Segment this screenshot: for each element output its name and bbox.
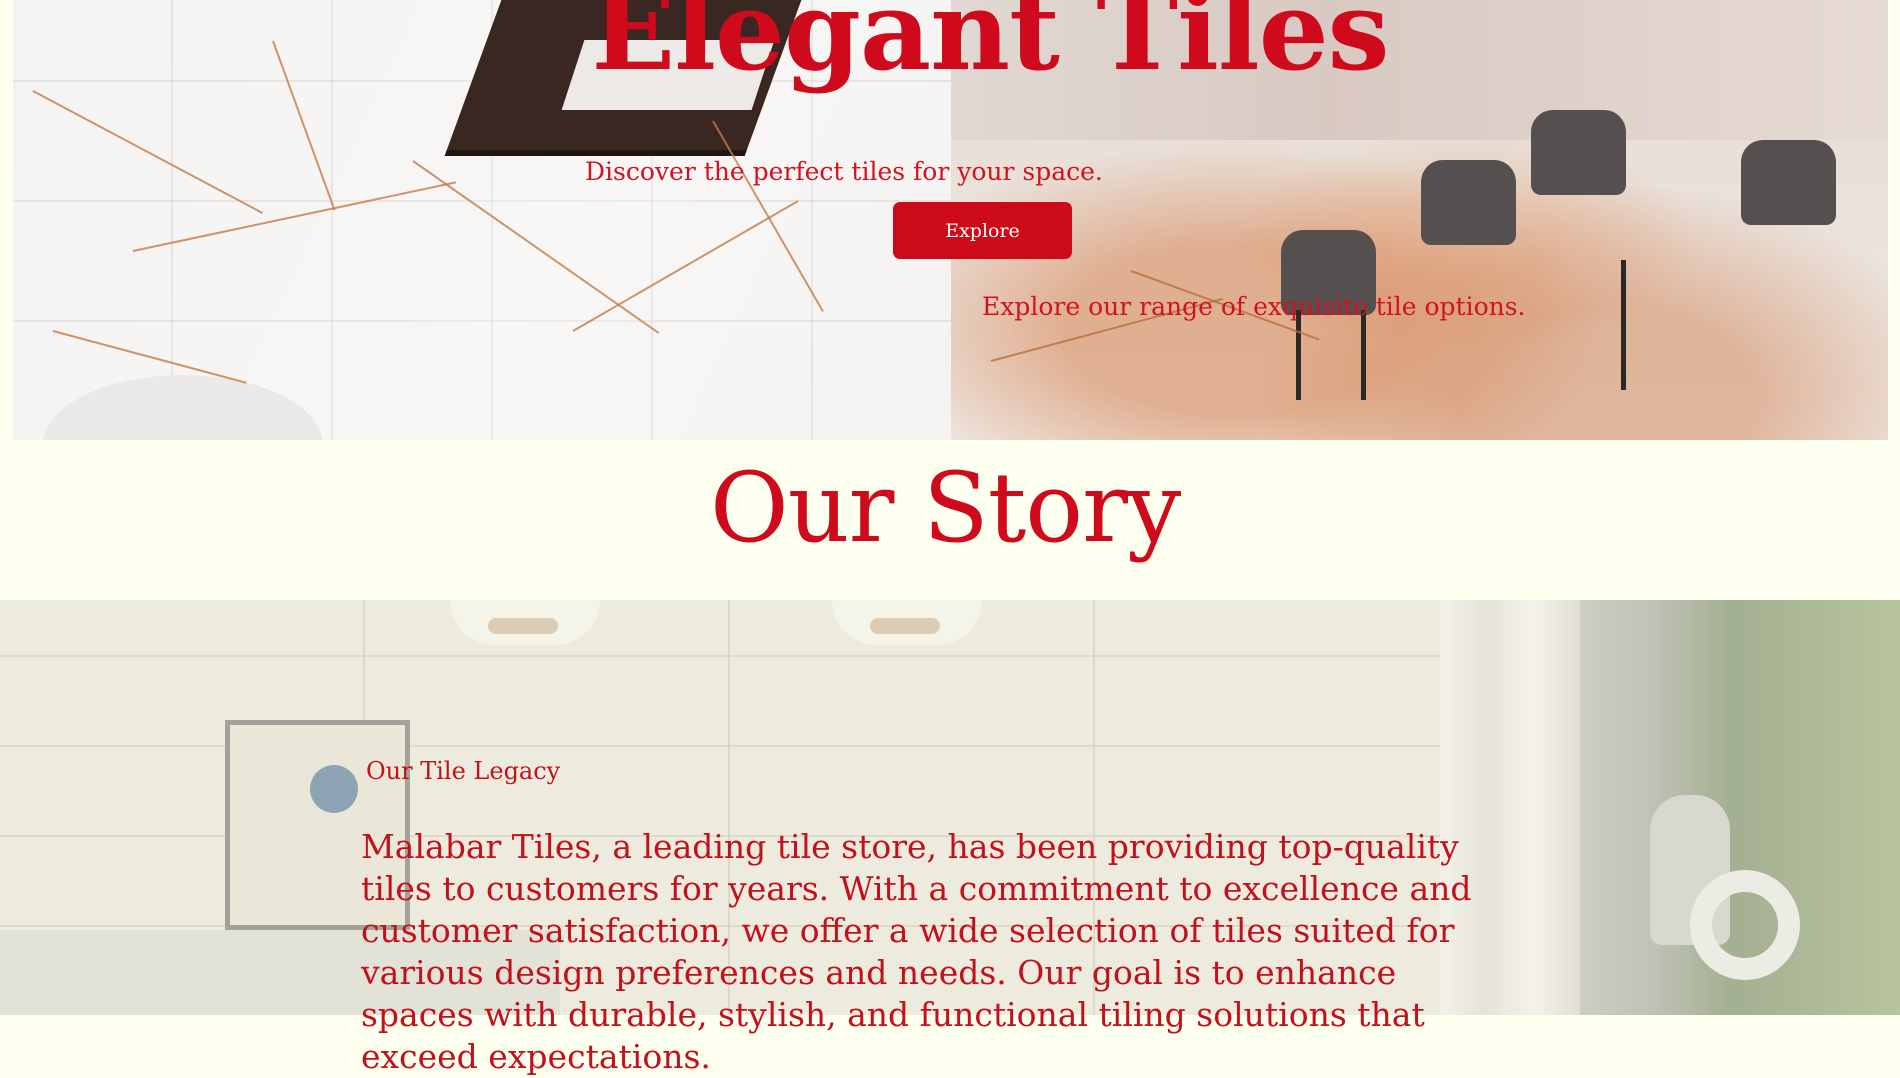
marble-vein [32, 90, 264, 214]
side-table-graphic [43, 375, 323, 440]
chair-graphic [1531, 110, 1626, 195]
chair-leg [1361, 310, 1366, 400]
chair-leg [1296, 310, 1301, 400]
marble-vein [572, 200, 799, 332]
legacy-body: Malabar Tiles, a leading tile store, has… [361, 827, 1472, 1076]
marble-vein [412, 160, 660, 334]
chair-graphic [1421, 160, 1516, 245]
hero-title-text: Elegant Tiles [591, 0, 1389, 95]
hero-section: Elegant Tiles Discover the perfect tiles… [0, 0, 1900, 440]
marble-vein [712, 120, 824, 313]
hero-tagline: Explore our range of exquisite tile opti… [982, 292, 1526, 321]
marble-vein [52, 330, 247, 384]
marble-vein [132, 181, 456, 252]
table-leg [1621, 260, 1626, 390]
hero-subtitle: Discover the perfect tiles for your spac… [585, 157, 1103, 186]
hero-title: Elegant Tiles [0, 0, 1900, 86]
story-title: Our Story [710, 452, 1181, 564]
explore-button[interactable]: Explore [893, 202, 1072, 259]
legacy-label: Our Tile Legacy [366, 757, 561, 785]
chair-graphic [1741, 140, 1836, 225]
